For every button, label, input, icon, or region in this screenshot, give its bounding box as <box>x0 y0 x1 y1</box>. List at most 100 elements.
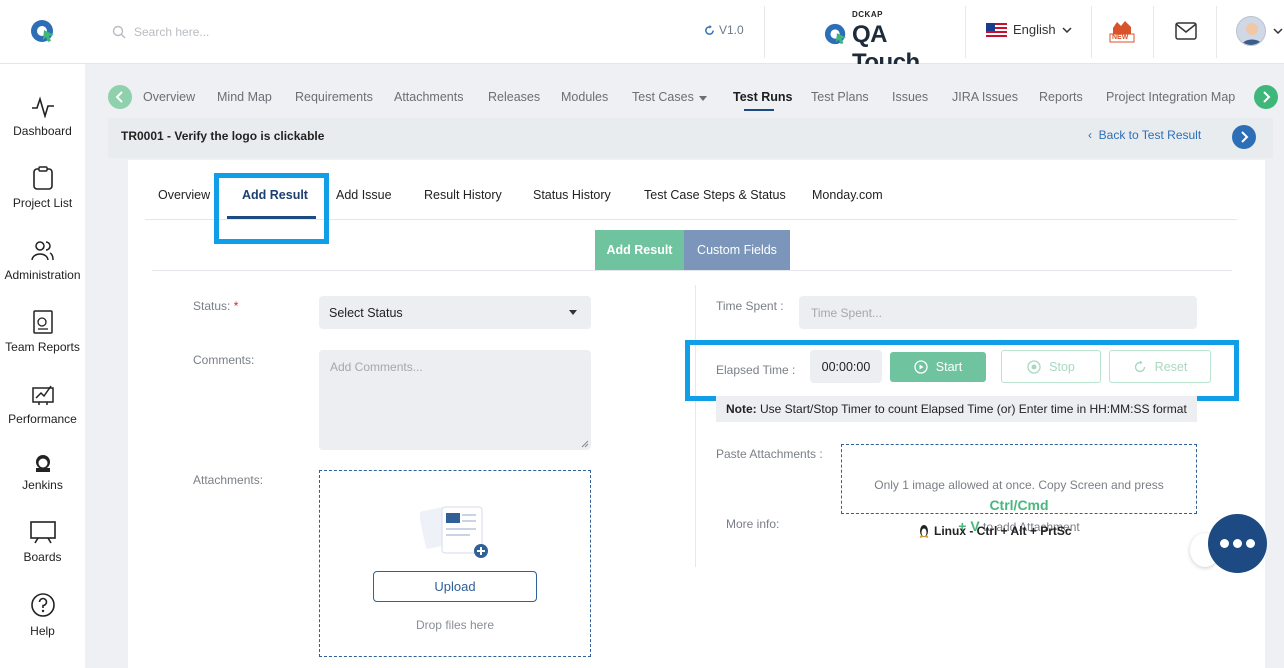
tab-test-cases[interactable]: Test Cases <box>632 90 694 104</box>
mail-icon[interactable] <box>1175 22 1197 40</box>
dot <box>1233 539 1242 548</box>
tab-issues[interactable]: Issues <box>892 90 928 104</box>
clipboard-icon <box>32 166 53 190</box>
refresh-icon <box>705 24 714 35</box>
stop-timer-button[interactable]: Stop <box>1001 350 1101 383</box>
brand-company: DCKAP <box>852 10 883 19</box>
tabs-scroll-left-button[interactable] <box>108 85 132 109</box>
top-header: Search here... V1.0 DCKAP QA Touch Engli… <box>0 0 1284 76</box>
documents-illustration-icon <box>420 506 488 558</box>
more-info-label: More info: <box>726 517 780 531</box>
report-icon <box>32 310 53 334</box>
elapsed-time-display[interactable]: 00:00:00 <box>810 350 882 383</box>
subtab-add-issue[interactable]: Add Issue <box>336 188 392 202</box>
search-bar[interactable]: Search here... <box>112 20 412 44</box>
us-flag-icon <box>986 22 1007 37</box>
sidebar-item-performance[interactable]: Performance <box>0 382 85 426</box>
version-badge: V1.0 <box>704 23 744 37</box>
subtab-test-case-steps[interactable]: Test Case Steps & Status <box>644 188 786 202</box>
tab-releases[interactable]: Releases <box>488 90 540 104</box>
search-input[interactable]: Search here... <box>134 25 209 39</box>
comments-placeholder: Add Comments... <box>330 360 423 374</box>
next-test-button[interactable] <box>1232 125 1256 149</box>
tab-overview[interactable]: Overview <box>143 90 195 104</box>
sidebar-item-team-reports[interactable]: Team Reports <box>0 310 85 354</box>
resize-handle-icon[interactable] <box>581 440 589 448</box>
chevron-left-icon <box>115 91 123 103</box>
help-icon <box>30 593 55 617</box>
status-select-value: Select Status <box>329 305 403 320</box>
tab-mind-map[interactable]: Mind Map <box>217 90 272 104</box>
attachments-label: Attachments: <box>193 473 264 487</box>
comments-label: Comments: <box>193 353 255 367</box>
subtab-overview[interactable]: Overview <box>158 188 210 202</box>
performance-icon <box>31 385 54 405</box>
sidebar-item-help[interactable]: Help <box>0 592 85 638</box>
sidebar-item-boards[interactable]: Boards <box>0 520 85 564</box>
start-timer-button[interactable]: Start <box>890 352 986 382</box>
sidebar: Dashboard Project List Administration Te… <box>0 64 85 668</box>
tab-requirements[interactable]: Requirements <box>295 90 373 104</box>
dot <box>1220 539 1229 548</box>
drop-files-text: Drop files here <box>415 618 495 632</box>
pulse-icon <box>31 96 54 118</box>
status-label: Status: * <box>193 299 239 313</box>
divider <box>152 270 1232 271</box>
reset-timer-button[interactable]: Reset <box>1109 350 1211 383</box>
chevron-down-icon <box>1062 26 1072 33</box>
status-select[interactable]: Select Status <box>319 296 591 329</box>
tab-jira-issues[interactable]: JIRA Issues <box>952 90 1018 104</box>
tab-test-runs[interactable]: Test Runs <box>733 90 793 104</box>
divider <box>1153 6 1154 58</box>
elapsed-time-label: Elapsed Time : <box>716 363 796 377</box>
whats-new-icon[interactable]: NEW <box>1109 18 1135 44</box>
highlight-box <box>214 173 329 244</box>
time-spent-input[interactable]: Time Spent... <box>799 296 1197 329</box>
linux-penguin-icon <box>919 525 929 538</box>
tab-project-integration-mapping[interactable]: Project Integration Mapp <box>1106 90 1236 104</box>
caret-down-icon <box>699 96 707 101</box>
version-text: V1.0 <box>719 23 744 37</box>
subtab-monday[interactable]: Monday.com <box>812 188 883 202</box>
language-label: English <box>1013 22 1056 37</box>
sidebar-item-administration[interactable]: Administration <box>0 240 85 282</box>
chat-bubble-button[interactable] <box>1208 514 1267 573</box>
add-result-segment[interactable]: Add Result <box>595 230 684 270</box>
time-spent-label: Time Spent : <box>716 299 784 313</box>
sidebar-item-dashboard[interactable]: Dashboard <box>0 96 85 138</box>
active-tab-indicator <box>744 109 774 111</box>
linux-shortcut-info: Linux - Ctrl + Alt + PrtSc <box>918 524 1072 538</box>
avatar[interactable] <box>1236 16 1266 46</box>
time-spent-placeholder: Time Spent... <box>811 305 882 320</box>
back-to-test-result-link[interactable]: ‹ Back to Test Result <box>1088 128 1201 142</box>
custom-fields-segment[interactable]: Custom Fields <box>684 230 790 270</box>
tab-reports[interactable]: Reports <box>1039 90 1083 104</box>
sidebar-item-jenkins[interactable]: Jenkins <box>0 454 85 492</box>
brand-mark-icon <box>824 23 847 45</box>
comments-textarea[interactable]: Add Comments... <box>319 350 591 450</box>
paste-attachments-label: Paste Attachments : <box>716 447 823 461</box>
qa-touch-logo-icon[interactable] <box>30 18 56 44</box>
divider <box>965 6 966 58</box>
chevron-right-icon <box>1263 91 1271 103</box>
tab-test-plans[interactable]: Test Plans <box>811 90 869 104</box>
stop-icon <box>1027 359 1041 374</box>
upload-button[interactable]: Upload <box>373 571 537 602</box>
search-icon <box>112 25 126 39</box>
paste-attachment-area[interactable]: Only 1 image allowed at once. Copy Scree… <box>841 444 1197 534</box>
tab-attachments[interactable]: Attachments <box>394 90 463 104</box>
subtab-result-history[interactable]: Result History <box>424 188 502 202</box>
tab-modules[interactable]: Modules <box>561 90 608 104</box>
column-divider <box>695 285 696 567</box>
sidebar-item-project-list[interactable]: Project List <box>0 166 85 210</box>
brand-logo[interactable]: DCKAP QA Touch <box>824 10 948 76</box>
divider <box>764 6 765 58</box>
chevron-down-icon[interactable] <box>1273 28 1283 34</box>
dot <box>1246 539 1255 548</box>
language-selector[interactable]: English <box>986 22 1072 37</box>
tabs-scroll-right-button[interactable] <box>1254 85 1278 109</box>
subtab-status-history[interactable]: Status History <box>533 188 611 202</box>
board-icon <box>29 521 56 544</box>
page-title: TR0001 - Verify the logo is clickable <box>121 129 325 143</box>
required-marker: * <box>233 299 239 313</box>
